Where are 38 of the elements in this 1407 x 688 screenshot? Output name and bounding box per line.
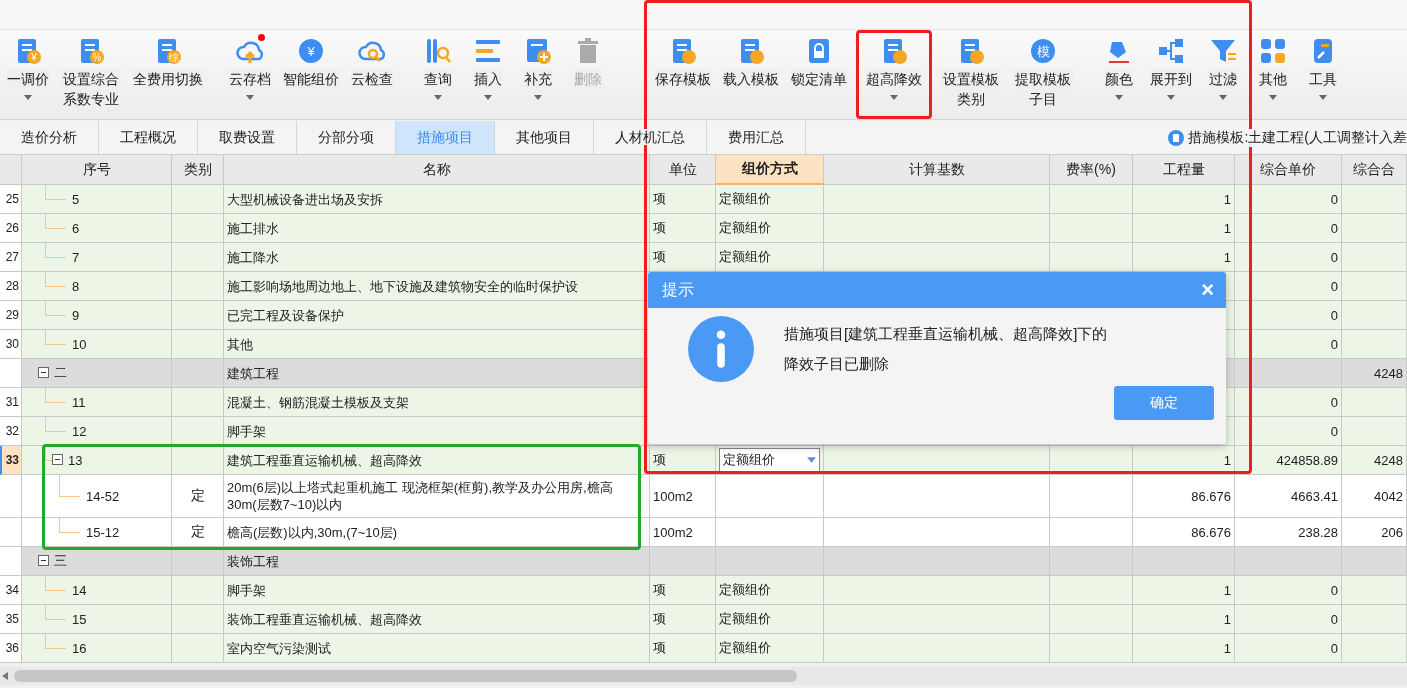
row-seq: 13 bbox=[68, 452, 83, 468]
row-seq: 11 bbox=[72, 394, 86, 410]
row-seq: 14 bbox=[72, 582, 87, 598]
row-seq: 10 bbox=[72, 336, 87, 352]
row-seq: 16 bbox=[72, 640, 87, 656]
table-cell: 檐高(层数)以内,30m,(7~10层) bbox=[224, 518, 650, 547]
row-number: 26 bbox=[0, 214, 22, 243]
row-seq: 15 bbox=[72, 611, 87, 627]
table-cell: 项 bbox=[650, 634, 716, 663]
row-seq: 7 bbox=[72, 249, 80, 265]
row-seq: 二 bbox=[54, 364, 67, 382]
row-number: 25 bbox=[0, 185, 22, 214]
template-label: 措施模板:土建工程(人工调整计入差 bbox=[1188, 128, 1407, 147]
row-seq: 三 bbox=[54, 552, 67, 570]
dialog-title: 提示 bbox=[662, 279, 694, 300]
row-seq: 15-12 bbox=[86, 524, 120, 540]
row-number: 32 bbox=[0, 417, 22, 446]
row-number: 35 bbox=[0, 605, 22, 634]
table-cell: 0 bbox=[1235, 634, 1342, 663]
row-number: 28 bbox=[0, 272, 22, 301]
row-number: 33 bbox=[0, 446, 22, 475]
row-number: 36 bbox=[0, 634, 22, 663]
row-seq: 5 bbox=[72, 191, 80, 207]
table-cell: 定额组价 bbox=[716, 634, 824, 663]
table-cell: 室内空气污染测试 bbox=[224, 634, 650, 663]
row-number: 30 bbox=[0, 330, 22, 359]
row-seq: 14-52 bbox=[86, 488, 120, 504]
row-number: 34 bbox=[0, 576, 22, 605]
row-seq: 8 bbox=[72, 278, 80, 294]
row-number: 31 bbox=[0, 388, 22, 417]
row-seq: 12 bbox=[72, 423, 87, 439]
table-cell: 1 bbox=[1133, 634, 1235, 663]
row-seq: 9 bbox=[72, 307, 80, 323]
row-seq: 6 bbox=[72, 220, 80, 236]
dialog-message: 措施项目[建筑工程垂直运输机械、超高降效]下的降效子目已删除 bbox=[784, 324, 1109, 374]
row-number: 27 bbox=[0, 243, 22, 272]
table-cell: 定 bbox=[172, 518, 224, 547]
row-number: 29 bbox=[0, 301, 22, 330]
